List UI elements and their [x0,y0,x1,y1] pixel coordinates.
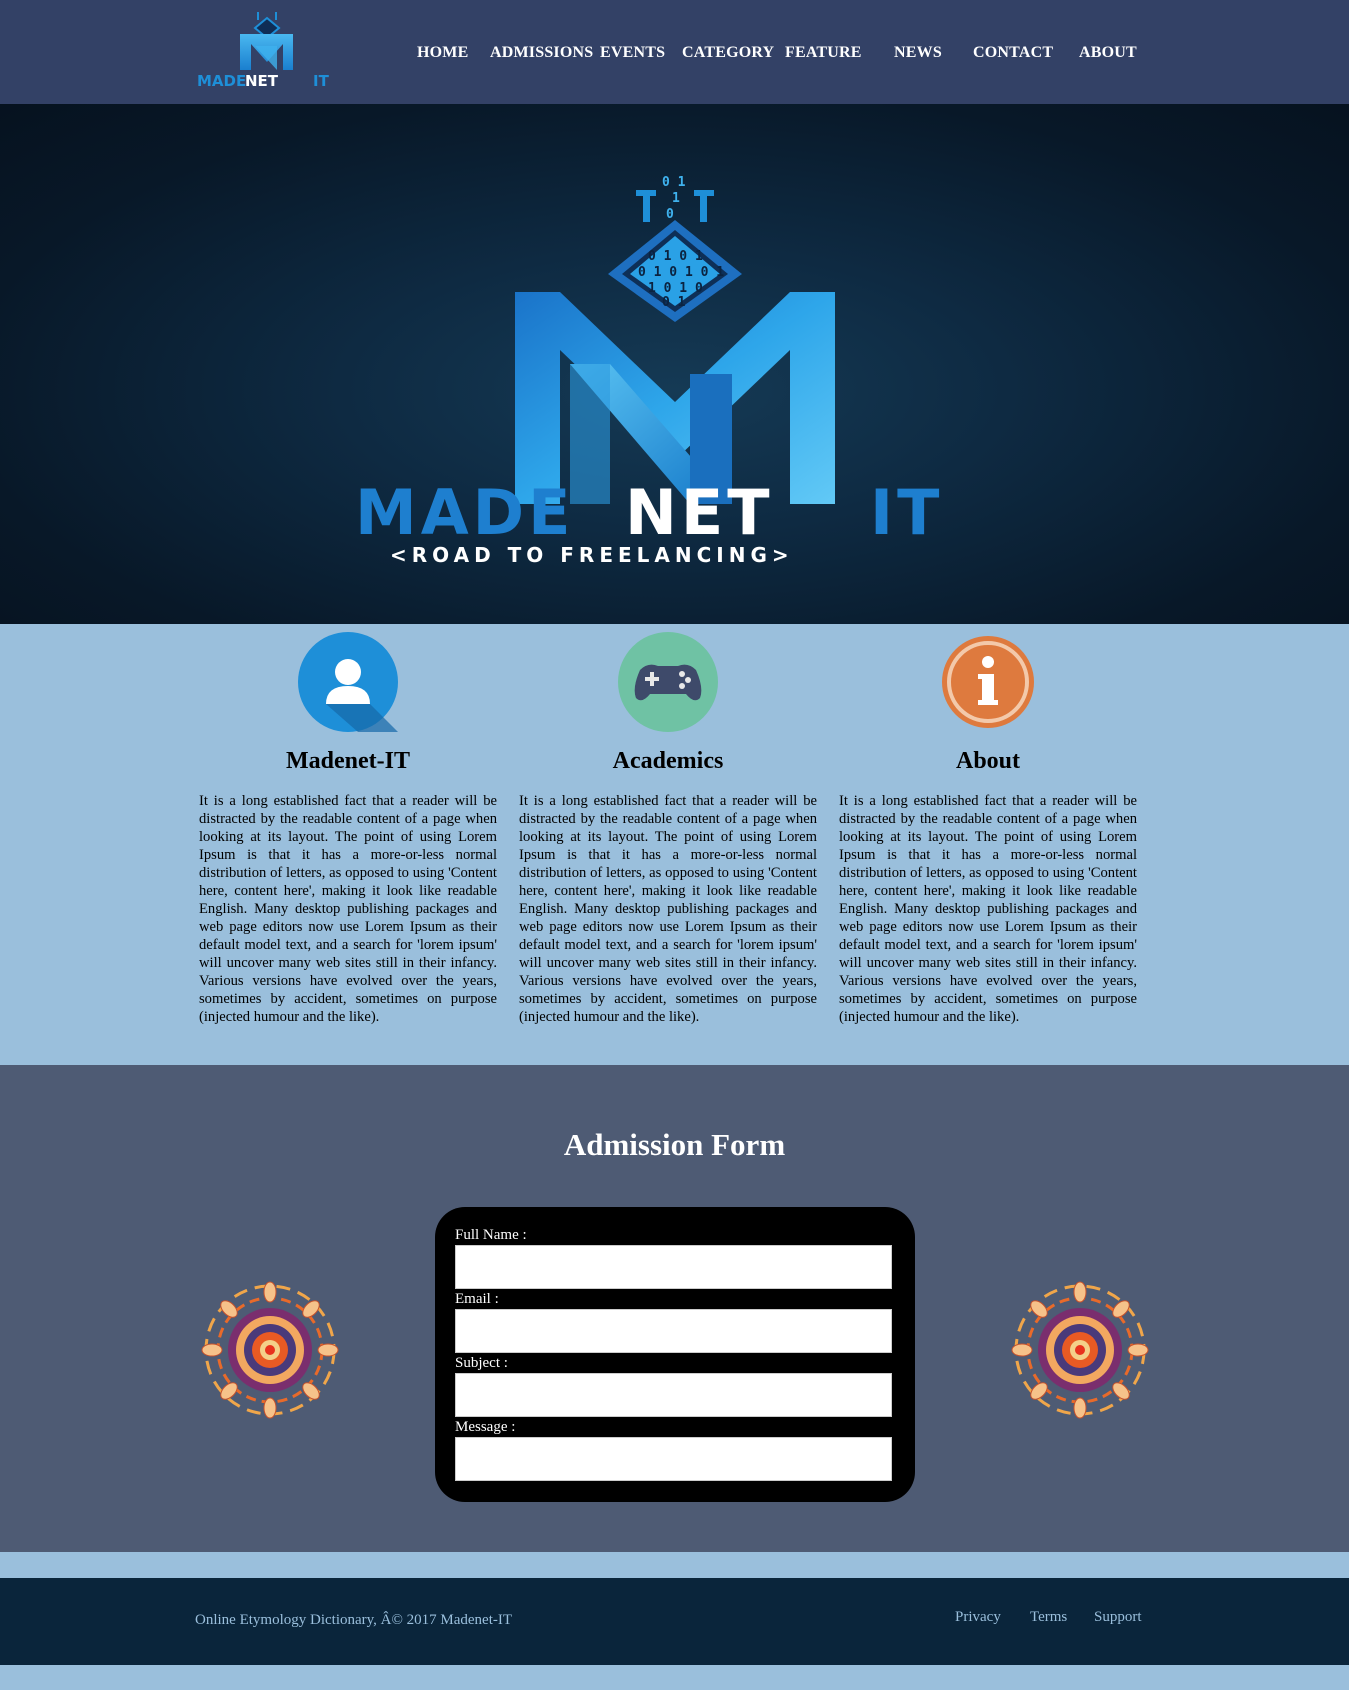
separator-strip [0,1552,1349,1578]
site-footer: Online Etymology Dictionary, Â© 2017 Mad… [0,1578,1349,1665]
feature-description: It is a long established fact that a rea… [519,793,817,1025]
main-nav: HOME ADMISSIONS EVENTS CATEGORY FEATURE … [0,0,1349,104]
footer-link-support[interactable]: Support [1094,1609,1142,1626]
svg-text:<ROAD TO FREELANCING>: <ROAD TO FREELANCING> [390,543,794,564]
mandala-icon [201,1281,339,1419]
hero-banner: 0 1 0 1 0 1 0 1 0 1 1 0 1 0 0 1 0 1 1 0 … [0,104,1349,624]
admission-section: Admission Form Full Name: Email: Subje… [0,1065,1349,1552]
nav-news[interactable]: NEWS [894,44,942,62]
top-navbar: MADE NET IT HOME ADMISSIONS EVENTS CATEG… [0,0,1349,104]
nav-events[interactable]: EVENTS [600,44,665,62]
svg-text:1 0 1 0: 1 0 1 0 [648,281,703,296]
feature-title: Academics [612,748,724,774]
footer-link-terms[interactable]: Terms [1030,1609,1067,1626]
svg-text:0 1: 0 1 [662,295,686,310]
admission-form: Full Name : Email : Subject : Message : [435,1207,915,1502]
svg-text:0: 0 [666,207,674,222]
full-name-label: Full Name : [455,1227,527,1243]
full-name-field[interactable] [455,1245,892,1289]
message-field[interactable] [455,1437,892,1481]
bottom-strip [0,1665,1349,1690]
mandala-icon [1011,1281,1149,1419]
svg-text:0 1 0 1 0 1: 0 1 0 1 0 1 [638,265,724,280]
message-label: Message : [455,1419,516,1435]
features-section: Madenet-IT It is a long established fact… [0,624,1349,1065]
svg-text:1: 1 [672,191,680,206]
nav-contact[interactable]: CONTACT [973,44,1053,62]
footer-link-privacy[interactable]: Privacy [955,1609,1001,1626]
admission-title: Admission Form [563,1127,786,1162]
nav-home[interactable]: HOME [417,44,468,62]
subject-label: Subject : [455,1355,508,1371]
user-icon [298,632,398,732]
subject-field[interactable] [455,1373,892,1417]
feature-title: About [955,748,1021,774]
copyright-text: Online Etymology Dictionary, Â© 2017 Mad… [195,1612,513,1628]
nav-admissions[interactable]: ADMISSIONS [490,44,593,62]
nav-about[interactable]: ABOUT [1079,44,1137,62]
hero-logo: 0 1 0 1 0 1 0 1 0 1 1 0 1 0 0 1 0 1 1 0 … [360,175,943,564]
feature-title: Madenet-IT [286,748,410,774]
feature-description: It is a long established fact that a rea… [199,793,497,1025]
email-label: Email : [455,1291,499,1307]
nav-feature[interactable]: FEATURE [785,44,862,62]
nav-category[interactable]: CATEGORY [682,44,774,62]
email-field[interactable] [455,1309,892,1353]
feature-description: It is a long established fact that a rea… [839,793,1137,1025]
svg-text:0 1 0 1: 0 1 0 1 [648,249,703,264]
info-icon [942,636,1034,728]
svg-text:IT: IT [870,476,943,549]
svg-text:0 1: 0 1 [662,175,686,190]
svg-text:NET: NET [625,476,774,549]
gamepad-icon [618,632,718,732]
svg-text:MADE: MADE [360,476,575,549]
